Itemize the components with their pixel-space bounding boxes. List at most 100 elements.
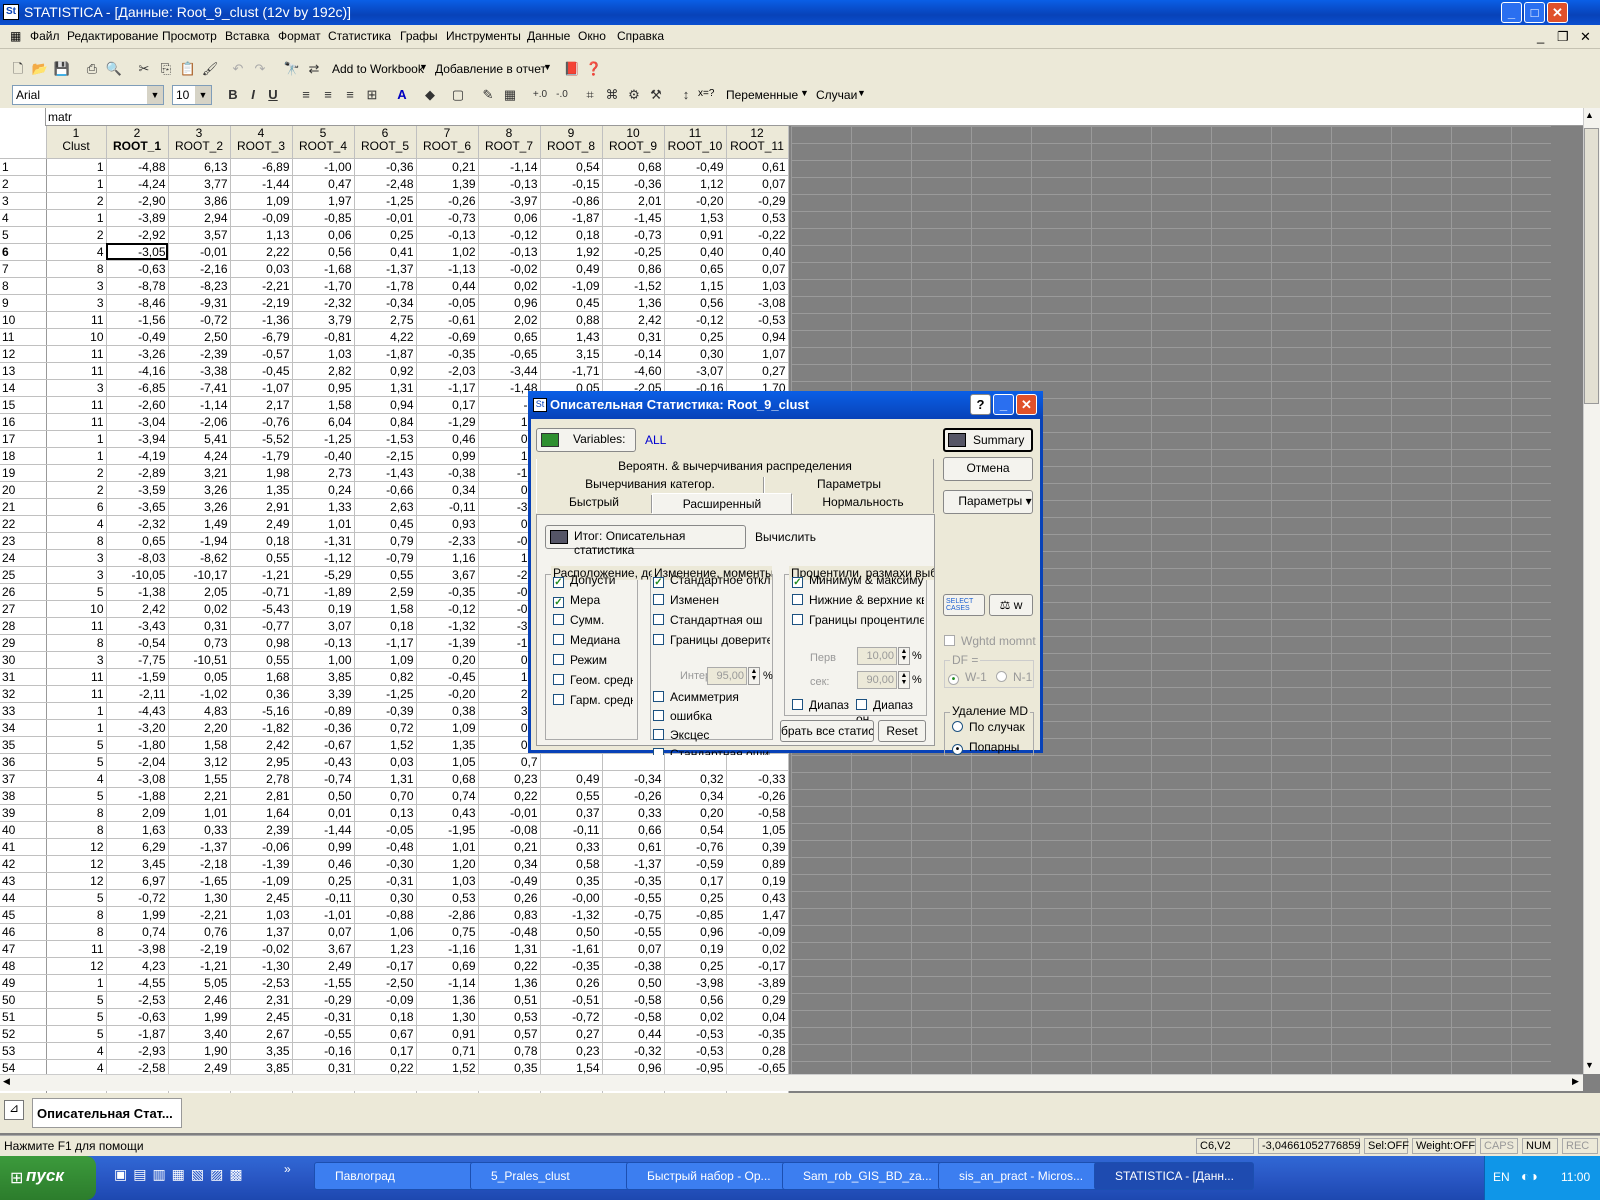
data-cell[interactable]: -0,73 — [416, 209, 479, 227]
find-icon[interactable]: 🔭 — [282, 59, 302, 79]
data-cell[interactable]: 1,09 — [416, 719, 479, 737]
data-cell[interactable]: 0,55 — [230, 549, 293, 567]
data-cell[interactable]: 2 — [46, 226, 107, 244]
row-header[interactable]: 12 — [0, 345, 47, 363]
data-cell[interactable]: -3,98 — [664, 974, 727, 992]
data-cell[interactable]: -0,13 — [416, 226, 479, 244]
doc-minimize-icon[interactable]: _ — [1537, 29, 1544, 44]
data-cell[interactable]: 2,78 — [230, 770, 293, 788]
option-checkbox[interactable]: Стандартная ошиб — [653, 747, 770, 755]
row-header[interactable]: 46 — [0, 923, 47, 941]
data-cell[interactable]: -0,51 — [540, 991, 603, 1009]
data-cell[interactable]: -2,90 — [106, 192, 169, 210]
range-checkbox[interactable]: Диапаз — [792, 698, 852, 714]
align-left-icon[interactable]: ≡ — [296, 85, 316, 105]
data-cell[interactable]: 5 — [46, 889, 107, 907]
column-header[interactable]: 4 ROOT_3 — [230, 126, 293, 159]
data-cell[interactable]: 0,54 — [664, 821, 727, 839]
data-cell[interactable]: 1,02 — [416, 243, 479, 261]
data-cell[interactable]: 1,35 — [416, 736, 479, 754]
scroll-left-icon[interactable]: ◀ — [3, 1076, 10, 1087]
data-cell[interactable]: -7,41 — [168, 379, 231, 397]
data-cell[interactable]: -0,36 — [292, 719, 355, 737]
data-cell[interactable]: 3,45 — [106, 855, 169, 873]
data-cell[interactable]: 0,34 — [664, 787, 727, 805]
data-cell[interactable]: 0,02 — [726, 940, 789, 958]
data-cell[interactable]: -2,86 — [416, 906, 479, 924]
data-cell[interactable]: -0,09 — [354, 991, 417, 1009]
marker-icon[interactable]: ✎ — [478, 85, 498, 105]
copy-icon[interactable]: ⎘ — [156, 59, 176, 79]
data-cell[interactable]: -0,38 — [416, 464, 479, 482]
data-cell[interactable]: 0,91 — [416, 1025, 479, 1043]
data-cell[interactable]: 0,45 — [540, 294, 603, 312]
tray-icons[interactable]: ◐◑ — [1521, 1168, 1538, 1184]
add-to-report-button[interactable]: Добавление в отчет — [435, 62, 546, 76]
context-help-icon[interactable]: ❓ — [584, 59, 604, 79]
data-cell[interactable]: 12 — [46, 838, 107, 856]
option-checkbox[interactable]: Изменен — [653, 593, 770, 609]
data-cell[interactable]: 0,25 — [354, 226, 417, 244]
data-cell[interactable]: 1 — [46, 719, 107, 737]
data-cell[interactable]: -0,08 — [478, 821, 541, 839]
data-cell[interactable]: 4,22 — [354, 328, 417, 346]
data-cell[interactable]: -1,36 — [230, 311, 293, 329]
data-cell[interactable]: -1,38 — [106, 583, 169, 601]
workbook-icon[interactable]: ⊿ — [4, 1100, 24, 1120]
data-cell[interactable]: 2,82 — [292, 362, 355, 380]
tab-quick[interactable]: Быстрый — [536, 495, 652, 513]
data-cell[interactable]: 0,32 — [664, 770, 727, 788]
data-cell[interactable]: 12 — [46, 957, 107, 975]
replace-icon[interactable]: ⇄ — [304, 59, 324, 79]
data-cell[interactable]: -7,75 — [106, 651, 169, 669]
data-cell[interactable]: 2 — [46, 192, 107, 210]
data-cell[interactable]: 0,92 — [354, 362, 417, 380]
data-cell[interactable]: 3,77 — [168, 175, 231, 193]
data-cell[interactable]: 0,02 — [664, 1008, 727, 1026]
quick-launch-more-icon[interactable]: » — [284, 1162, 291, 1176]
data-cell[interactable]: -0,20 — [416, 685, 479, 703]
data-cell[interactable]: 2,75 — [354, 311, 417, 329]
data-cell[interactable]: -0,38 — [602, 957, 665, 975]
data-cell[interactable]: -1,17 — [354, 634, 417, 652]
data-cell[interactable]: -0,57 — [230, 345, 293, 363]
data-cell[interactable]: 0,20 — [416, 651, 479, 669]
doc-restore-icon[interactable]: ❐ — [1557, 29, 1569, 45]
data-cell[interactable]: -0,74 — [292, 770, 355, 788]
save-icon[interactable]: 💾 — [52, 59, 72, 79]
data-cell[interactable]: -0,81 — [292, 328, 355, 346]
border-icon[interactable]: ▢ — [448, 85, 468, 105]
data-cell[interactable]: 11 — [46, 362, 107, 380]
data-cell[interactable]: 1 — [46, 158, 107, 176]
data-cell[interactable]: 0,22 — [478, 787, 541, 805]
italic-icon[interactable]: I — [243, 85, 263, 105]
data-cell[interactable]: 0,54 — [540, 158, 603, 176]
weights-button[interactable]: ⚖ w — [989, 594, 1033, 616]
data-cell[interactable]: 0,53 — [478, 1008, 541, 1026]
data-cell[interactable]: 0,18 — [354, 1008, 417, 1026]
data-cell[interactable]: 0,39 — [726, 838, 789, 856]
assign-icon[interactable]: x=? — [698, 88, 714, 99]
data-cell[interactable]: 2,22 — [230, 243, 293, 261]
data-cell[interactable]: 1,31 — [354, 770, 417, 788]
data-cell[interactable]: -1,68 — [292, 260, 355, 278]
data-cell[interactable]: 2,05 — [168, 583, 231, 601]
data-cell[interactable]: -1,39 — [230, 855, 293, 873]
data-cell[interactable] — [664, 753, 727, 771]
data-cell[interactable]: -0,58 — [726, 804, 789, 822]
data-cell[interactable]: -0,11 — [540, 821, 603, 839]
data-cell[interactable]: 2,42 — [602, 311, 665, 329]
data-cell[interactable]: 0,69 — [416, 957, 479, 975]
row-header[interactable]: 9 — [0, 294, 47, 312]
data-cell[interactable]: -8,46 — [106, 294, 169, 312]
data-cell[interactable]: 1,03 — [416, 872, 479, 890]
data-cell[interactable]: -0,73 — [602, 226, 665, 244]
data-cell[interactable]: -0,12 — [664, 311, 727, 329]
row-header[interactable]: 7 — [0, 260, 47, 278]
data-cell[interactable]: -3,07 — [664, 362, 727, 380]
data-cell[interactable]: -2,93 — [106, 1042, 169, 1060]
size-dropdown-icon[interactable]: ▼ — [195, 86, 211, 104]
data-cell[interactable]: 0,17 — [416, 396, 479, 414]
data-cell[interactable]: -0,85 — [664, 906, 727, 924]
data-cell[interactable]: 6,29 — [106, 838, 169, 856]
